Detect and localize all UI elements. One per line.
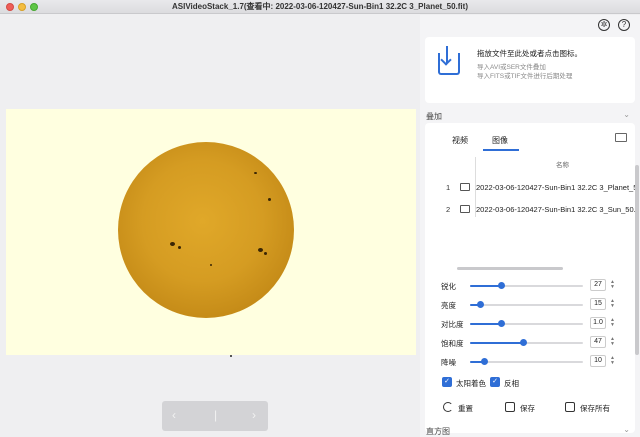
sun-image bbox=[118, 142, 294, 318]
stack-panel: 视频 图像 名称 1 2022-03-06-120427-Sun-Bin1 32… bbox=[425, 123, 635, 433]
invert-checkbox[interactable]: ✓ bbox=[490, 377, 500, 387]
stepper[interactable]: ▲ ▼ bbox=[609, 280, 616, 290]
reset-label: 重置 bbox=[458, 404, 473, 413]
slider-track[interactable] bbox=[470, 339, 583, 346]
sunspot bbox=[254, 172, 257, 174]
file-name: 2022-03-06-120427-Sun-Bin1 32.2C 3_Sun_5… bbox=[476, 205, 635, 214]
speck bbox=[230, 355, 232, 357]
previous-frame-button[interactable]: ‹ bbox=[172, 408, 176, 422]
preview-area: ‹ | › bbox=[0, 15, 420, 437]
slider-track[interactable] bbox=[470, 320, 583, 327]
save-all-button[interactable]: 保存所有 bbox=[565, 401, 625, 415]
file-index: 1 bbox=[446, 183, 451, 192]
slider-saturation: 饱和度 47 ▲ ▼ bbox=[425, 336, 635, 350]
folder-icon[interactable] bbox=[615, 133, 627, 142]
slider-sharpen: 锐化 27 ▲ ▼ bbox=[425, 279, 635, 293]
save-all-label: 保存所有 bbox=[580, 404, 610, 413]
sunspot bbox=[210, 264, 212, 266]
save-button[interactable]: 保存 bbox=[505, 401, 545, 415]
file-index: 2 bbox=[446, 205, 451, 214]
import-drop-zone[interactable]: 拖放文件至此处或者点击图标。 导入AVI或SER文件叠加 导入FITS或TIF文… bbox=[425, 37, 635, 103]
sunspot bbox=[178, 246, 181, 249]
slider-knob[interactable] bbox=[480, 358, 488, 365]
invert-label: 反相 bbox=[504, 379, 519, 388]
panel-scrollbar[interactable] bbox=[635, 165, 639, 355]
slider-value[interactable]: 27 bbox=[590, 279, 606, 291]
import-icon[interactable] bbox=[438, 53, 460, 75]
active-tab-indicator bbox=[483, 149, 519, 151]
window-title: ASIVideoStack_1.7(查看中: 2022-03-06-120427… bbox=[172, 2, 468, 11]
sun-color-label: 太阳着色 bbox=[456, 379, 486, 388]
slider-label: 锐化 bbox=[441, 282, 456, 291]
slider-track[interactable] bbox=[470, 301, 583, 308]
stepper[interactable]: ▲ ▼ bbox=[609, 318, 616, 328]
sunspot bbox=[258, 248, 263, 252]
slider-value[interactable]: 47 bbox=[590, 336, 606, 348]
save-label: 保存 bbox=[520, 404, 535, 413]
stack-section-header[interactable]: 叠加 bbox=[426, 111, 442, 122]
slider-denoise: 降噪 10 ▲ ▼ bbox=[425, 355, 635, 369]
slider-knob[interactable] bbox=[497, 320, 505, 327]
slider-value[interactable]: 10 bbox=[590, 355, 606, 367]
title-bar: ASIVideoStack_1.7(查看中: 2022-03-06-120427… bbox=[0, 0, 640, 14]
file-list-scrollbar[interactable] bbox=[457, 267, 563, 270]
reset-button[interactable]: 重置 bbox=[443, 401, 483, 415]
frame-navigator: ‹ | › bbox=[162, 401, 268, 431]
save-icon bbox=[505, 402, 515, 412]
tab-image[interactable]: 图像 bbox=[492, 135, 508, 146]
import-headline: 拖放文件至此处或者点击图标。 bbox=[477, 49, 582, 58]
sunspot bbox=[170, 242, 175, 246]
image-preview[interactable] bbox=[6, 109, 416, 357]
sunspot bbox=[264, 252, 267, 255]
slider-value[interactable]: 1.0 bbox=[590, 317, 606, 329]
navigator-divider: | bbox=[214, 408, 218, 422]
slider-value[interactable]: 15 bbox=[590, 298, 606, 310]
slider-label: 亮度 bbox=[441, 301, 456, 310]
help-icon[interactable]: ? bbox=[618, 19, 630, 31]
slider-track[interactable] bbox=[470, 282, 583, 289]
next-frame-button[interactable]: › bbox=[252, 408, 256, 422]
file-row[interactable]: 2 2022-03-06-120427-Sun-Bin1 32.2C 3_Sun… bbox=[425, 201, 635, 219]
sun-color-checkbox[interactable]: ✓ bbox=[442, 377, 452, 387]
slider-knob[interactable] bbox=[497, 282, 505, 289]
slider-brightness: 亮度 15 ▲ ▼ bbox=[425, 298, 635, 312]
slider-track[interactable] bbox=[470, 358, 583, 365]
file-name: 2022-03-06-120427-Sun-Bin1 32.2C 3_Plane… bbox=[476, 183, 635, 192]
stepper[interactable]: ▲ ▼ bbox=[609, 356, 616, 366]
save-all-icon bbox=[565, 402, 575, 412]
gear-icon[interactable]: ✲ bbox=[598, 19, 610, 31]
import-hint-image: 导入FITS或TIF文件进行后期处理 bbox=[477, 73, 573, 80]
histogram-section-header[interactable]: 直方图 bbox=[426, 426, 450, 437]
file-row[interactable]: 1 2022-03-06-120427-Sun-Bin1 32.2C 3_Pla… bbox=[425, 179, 635, 197]
slider-label: 饱和度 bbox=[441, 339, 464, 348]
slider-contrast: 对比度 1.0 ▲ ▼ bbox=[425, 317, 635, 331]
reset-icon bbox=[443, 402, 453, 412]
control-panel: ✲ ? 拖放文件至此处或者点击图标。 导入AVI或SER文件叠加 导入FITS或… bbox=[420, 15, 640, 437]
chevron-down-icon[interactable]: ⌄ bbox=[623, 425, 630, 434]
stepper[interactable]: ▲ ▼ bbox=[609, 299, 616, 309]
slider-label: 对比度 bbox=[441, 320, 464, 329]
image-file-icon bbox=[460, 183, 470, 191]
slider-label: 降噪 bbox=[441, 358, 456, 367]
slider-knob[interactable] bbox=[520, 339, 528, 346]
sunspot bbox=[268, 198, 271, 201]
image-file-icon bbox=[460, 205, 470, 213]
stepper[interactable]: ▲ ▼ bbox=[609, 337, 616, 347]
tab-video[interactable]: 视频 bbox=[452, 135, 468, 146]
slider-knob[interactable] bbox=[477, 301, 485, 308]
chevron-down-icon[interactable]: ⌄ bbox=[623, 110, 630, 119]
column-header-name[interactable]: 名称 bbox=[556, 159, 569, 169]
